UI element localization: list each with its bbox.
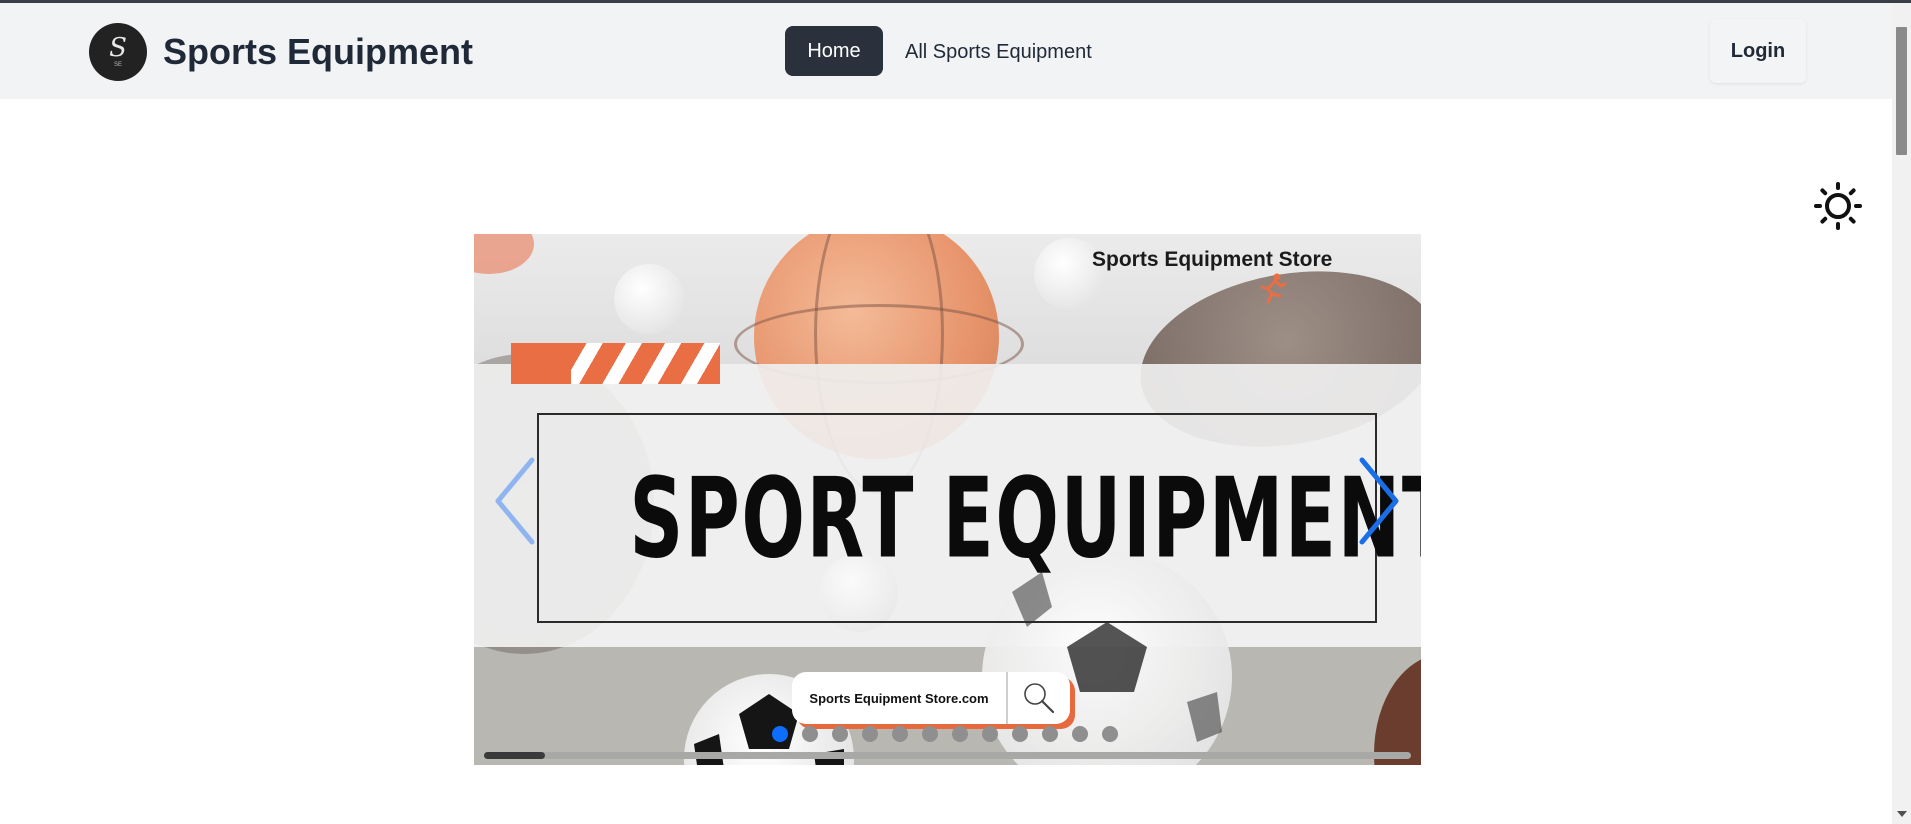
nav-home-link[interactable]: Home — [785, 26, 883, 76]
store-name: Sports Equipment Store — [1092, 248, 1333, 271]
carousel-dot[interactable] — [832, 726, 848, 742]
carousel-dot[interactable] — [862, 726, 878, 742]
carousel-headline: SPORT EQUIPMENT — [629, 454, 1421, 583]
carousel-dot[interactable] — [802, 726, 818, 742]
carousel-dot[interactable] — [892, 726, 908, 742]
search-icon — [1008, 672, 1070, 724]
carousel-pagination — [772, 726, 1118, 742]
nav-all-equipment-link[interactable]: All Sports Equipment — [905, 41, 1092, 64]
golf-ball-graphic — [614, 264, 684, 334]
carousel-dot[interactable] — [1042, 726, 1058, 742]
logo-subtext: SE — [113, 62, 122, 68]
carousel-dot[interactable] — [1102, 726, 1118, 742]
page-scrollbar[interactable] — [1892, 3, 1911, 824]
carousel-dot[interactable] — [952, 726, 968, 742]
hero-carousel[interactable]: Sports Equipment Store SPORT EQUIPMENT S… — [474, 234, 1421, 765]
scroll-down-arrow-icon[interactable] — [1897, 811, 1907, 817]
brand-name[interactable]: Sports Equipment — [163, 31, 473, 73]
login-button[interactable]: Login — [1710, 19, 1806, 83]
search-banner-text: Sports Equipment Store.com — [809, 690, 989, 706]
brand-logo[interactable]: S SE — [89, 23, 147, 81]
chevron-right-icon[interactable] — [1354, 456, 1402, 546]
navbar: S SE Sports Equipment Home All Sports Eq… — [0, 3, 1892, 99]
logo-letter: S — [109, 33, 127, 63]
carousel-dot[interactable] — [922, 726, 938, 742]
orange-stripes-decoration — [511, 343, 571, 384]
carousel-dot[interactable] — [1072, 726, 1088, 742]
carousel-dot[interactable] — [1012, 726, 1028, 742]
autoplay-progress-track — [484, 752, 1411, 759]
sun-icon[interactable] — [1812, 180, 1864, 232]
carousel-dot[interactable] — [772, 726, 788, 742]
runner-icon — [1255, 272, 1287, 304]
carousel-dot[interactable] — [982, 726, 998, 742]
chevron-left-icon[interactable] — [492, 456, 540, 546]
autoplay-progress-fill — [484, 752, 546, 759]
scrollbar-thumb[interactable] — [1896, 27, 1907, 155]
search-banner: Sports Equipment Store.com — [792, 672, 1070, 724]
